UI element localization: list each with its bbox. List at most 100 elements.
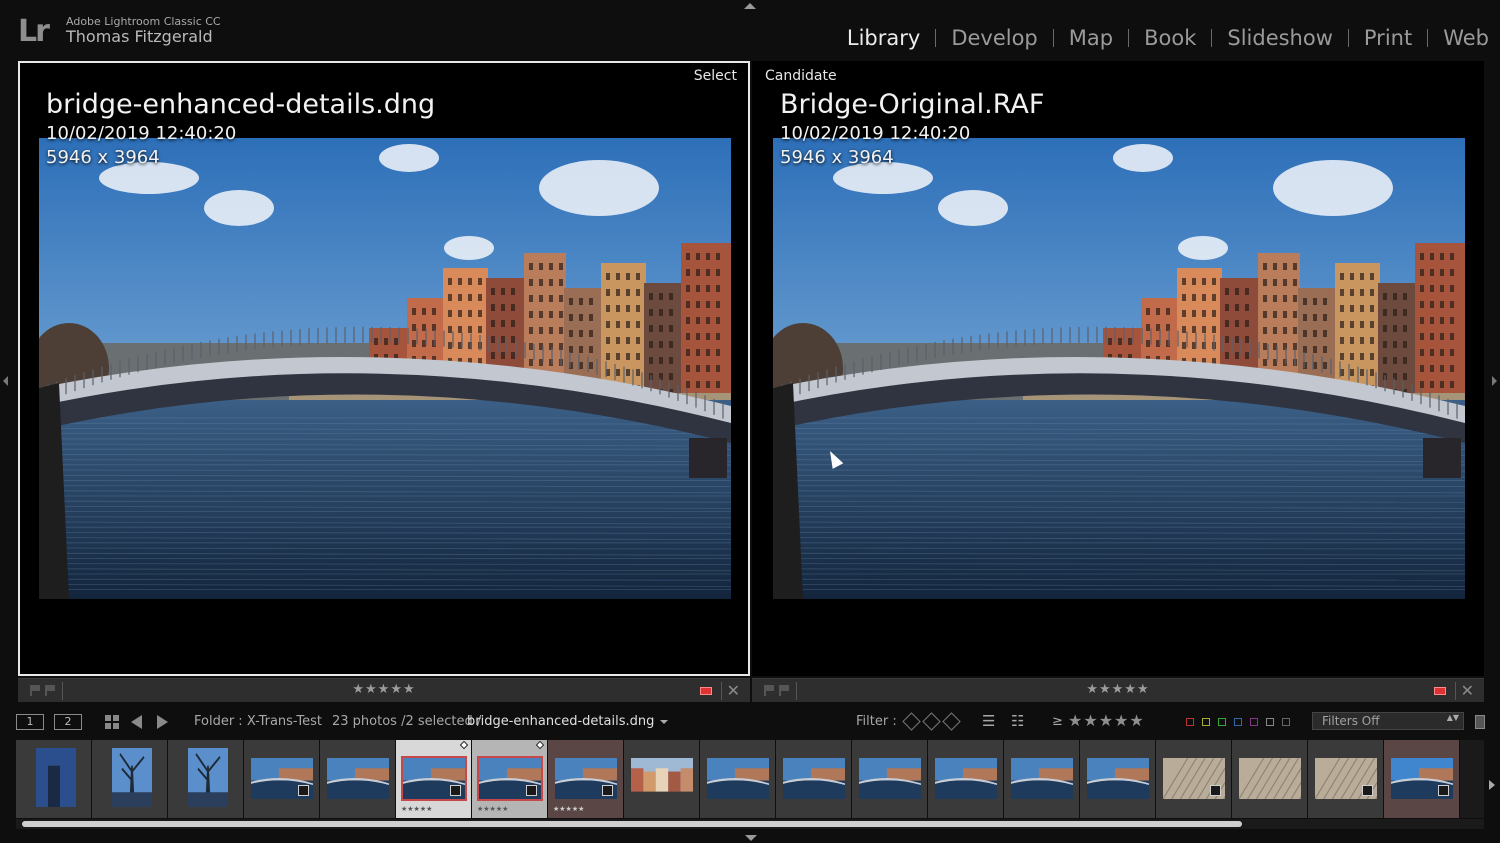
main-window-button[interactable]: 1 <box>16 714 44 730</box>
module-develop[interactable]: Develop <box>951 26 1037 50</box>
candidate-photo[interactable] <box>773 138 1465 599</box>
right-panel-toggle-icon[interactable] <box>1492 376 1497 386</box>
filmstrip-thumbnail-cell[interactable] <box>244 740 320 818</box>
thumbnail-image[interactable] <box>36 748 76 807</box>
filmstrip-scrollbar[interactable] <box>16 819 1484 829</box>
develop-adjustments-badge-icon[interactable] <box>526 785 537 796</box>
thumbnail-image[interactable] <box>1087 758 1149 799</box>
thumbnail-picture <box>188 748 228 807</box>
close-icon[interactable]: ✕ <box>727 681 740 700</box>
module-map[interactable]: Map <box>1069 26 1113 50</box>
candidate-info-overlay: Bridge-Original.RAF 10/02/2019 12:40:20 … <box>780 88 1044 170</box>
purple-label-filter[interactable] <box>1250 718 1258 726</box>
develop-adjustments-badge-icon[interactable] <box>602 785 613 796</box>
red-color-label[interactable] <box>1434 687 1446 695</box>
select-pane[interactable]: Select bridge-enhanced-details.dng 10/02… <box>18 61 750 676</box>
module-book[interactable]: Book <box>1144 26 1196 50</box>
filmstrip-thumbnail-cell[interactable] <box>320 740 396 818</box>
top-panel-toggle-icon[interactable] <box>744 3 756 9</box>
grid-view-icon[interactable] <box>105 715 119 729</box>
select-rating-stars[interactable]: ★★★★★ <box>18 682 750 697</box>
thumbnail-image[interactable] <box>783 758 845 799</box>
filmstrip[interactable]: ★★★★★ ★★★★★ ★★★★★ <box>16 740 1484 818</box>
filter-lock-icon[interactable] <box>1475 715 1485 729</box>
module-separator <box>1427 29 1429 47</box>
filmstrip-thumbnail-cell[interactable] <box>1156 740 1232 818</box>
source-folder[interactable]: Folder : X-Trans-Test <box>194 714 322 729</box>
module-library[interactable]: Library <box>847 26 920 50</box>
pick-filter-icon[interactable] <box>902 712 921 731</box>
thumbnail-image[interactable] <box>859 758 921 799</box>
filmstrip-scrollbar-thumb[interactable] <box>22 821 1242 827</box>
thumbnail-picture <box>631 758 693 799</box>
develop-adjustments-badge-icon[interactable] <box>298 785 309 796</box>
bottom-panel-toggle-icon[interactable] <box>745 835 757 841</box>
module-separator <box>1052 29 1054 47</box>
module-separator <box>1128 29 1130 47</box>
previous-photo-icon[interactable] <box>131 715 142 729</box>
develop-adjustments-badge-icon[interactable] <box>1210 785 1221 796</box>
filmstrip-thumbnail-cell[interactable] <box>168 740 244 818</box>
thumbnail-image[interactable] <box>327 758 389 799</box>
red-label-filter[interactable] <box>1186 718 1194 726</box>
thumbnail-image[interactable] <box>1011 758 1073 799</box>
filmstrip-thumbnail-cell[interactable] <box>92 740 168 818</box>
develop-adjustments-badge-icon[interactable] <box>1438 785 1449 796</box>
filmstrip-thumbnail-cell[interactable] <box>1232 740 1308 818</box>
select-photo[interactable] <box>39 138 731 599</box>
thumbnail-picture <box>1087 758 1149 799</box>
rating-operator[interactable]: ≥ <box>1052 714 1063 729</box>
filmstrip-thumbnail-cell[interactable] <box>1080 740 1156 818</box>
select-filename: bridge-enhanced-details.dng <box>46 89 436 120</box>
bridge-photo-image <box>39 138 731 599</box>
reject-filter-icon[interactable] <box>942 712 961 731</box>
yellow-label-filter[interactable] <box>1202 718 1210 726</box>
photo-count: 23 photos /2 selected / <box>332 714 482 729</box>
filmstrip-thumbnail-cell[interactable] <box>16 740 92 818</box>
thumbnail-image[interactable] <box>1239 758 1301 799</box>
filmstrip-thumbnail-cell[interactable] <box>928 740 1004 818</box>
filmstrip-scroll-right-icon[interactable] <box>1489 780 1495 790</box>
filmstrip-thumbnail-cell[interactable] <box>1004 740 1080 818</box>
filter-preset-select[interactable]: Filters Off ▲▼ <box>1312 712 1464 730</box>
virtual-copy-filter-icon[interactable]: ☰ <box>982 712 995 730</box>
blue-label-filter[interactable] <box>1234 718 1242 726</box>
compare-marker-icon <box>535 740 545 750</box>
secondary-window-button[interactable]: 2 <box>54 714 82 730</box>
master-photo-filter-icon[interactable]: ☷ <box>1011 712 1024 730</box>
module-slideshow[interactable]: Slideshow <box>1227 26 1333 50</box>
left-panel-toggle-icon[interactable] <box>3 376 8 386</box>
close-icon[interactable]: ✕ <box>1461 681 1474 700</box>
filmstrip-thumbnail-cell[interactable] <box>700 740 776 818</box>
filmstrip-thumbnail-cell[interactable] <box>1308 740 1384 818</box>
unflagged-filter-icon[interactable] <box>922 712 941 731</box>
thumbnail-rating-stars: ★★★★★ <box>477 805 509 813</box>
module-print[interactable]: Print <box>1364 26 1412 50</box>
custom-label-filter[interactable] <box>1266 718 1274 726</box>
filmstrip-thumbnail-cell[interactable]: ★★★★★ <box>548 740 624 818</box>
candidate-rating-stars[interactable]: ★★★★★ <box>752 682 1484 697</box>
current-filename[interactable]: bridge-enhanced-details.dng <box>467 714 669 729</box>
filmstrip-thumbnail-cell[interactable] <box>852 740 928 818</box>
module-separator <box>1211 29 1213 47</box>
filmstrip-thumbnail-cell[interactable] <box>1384 740 1460 818</box>
next-photo-icon[interactable] <box>157 715 168 729</box>
red-color-label[interactable] <box>700 687 712 695</box>
filmstrip-thumbnail-cell[interactable]: ★★★★★ <box>472 740 548 818</box>
thumbnail-image[interactable] <box>112 748 152 807</box>
chevron-down-icon <box>660 719 669 724</box>
thumbnail-image[interactable] <box>188 748 228 807</box>
thumbnail-image[interactable] <box>631 758 693 799</box>
green-label-filter[interactable] <box>1218 718 1226 726</box>
no-label-filter[interactable] <box>1282 718 1290 726</box>
thumbnail-image[interactable] <box>935 758 997 799</box>
filmstrip-thumbnail-cell[interactable] <box>776 740 852 818</box>
rating-filter-stars[interactable]: ★★★★★ <box>1068 711 1145 730</box>
filmstrip-thumbnail-cell[interactable] <box>624 740 700 818</box>
develop-adjustments-badge-icon[interactable] <box>450 785 461 796</box>
thumbnail-image[interactable] <box>707 758 769 799</box>
module-web[interactable]: Web <box>1443 26 1489 50</box>
candidate-pane[interactable]: Candidate Bridge-Original.RAF 10/02/2019… <box>752 61 1484 676</box>
filmstrip-thumbnail-cell[interactable]: ★★★★★ <box>396 740 472 818</box>
develop-adjustments-badge-icon[interactable] <box>1362 785 1373 796</box>
